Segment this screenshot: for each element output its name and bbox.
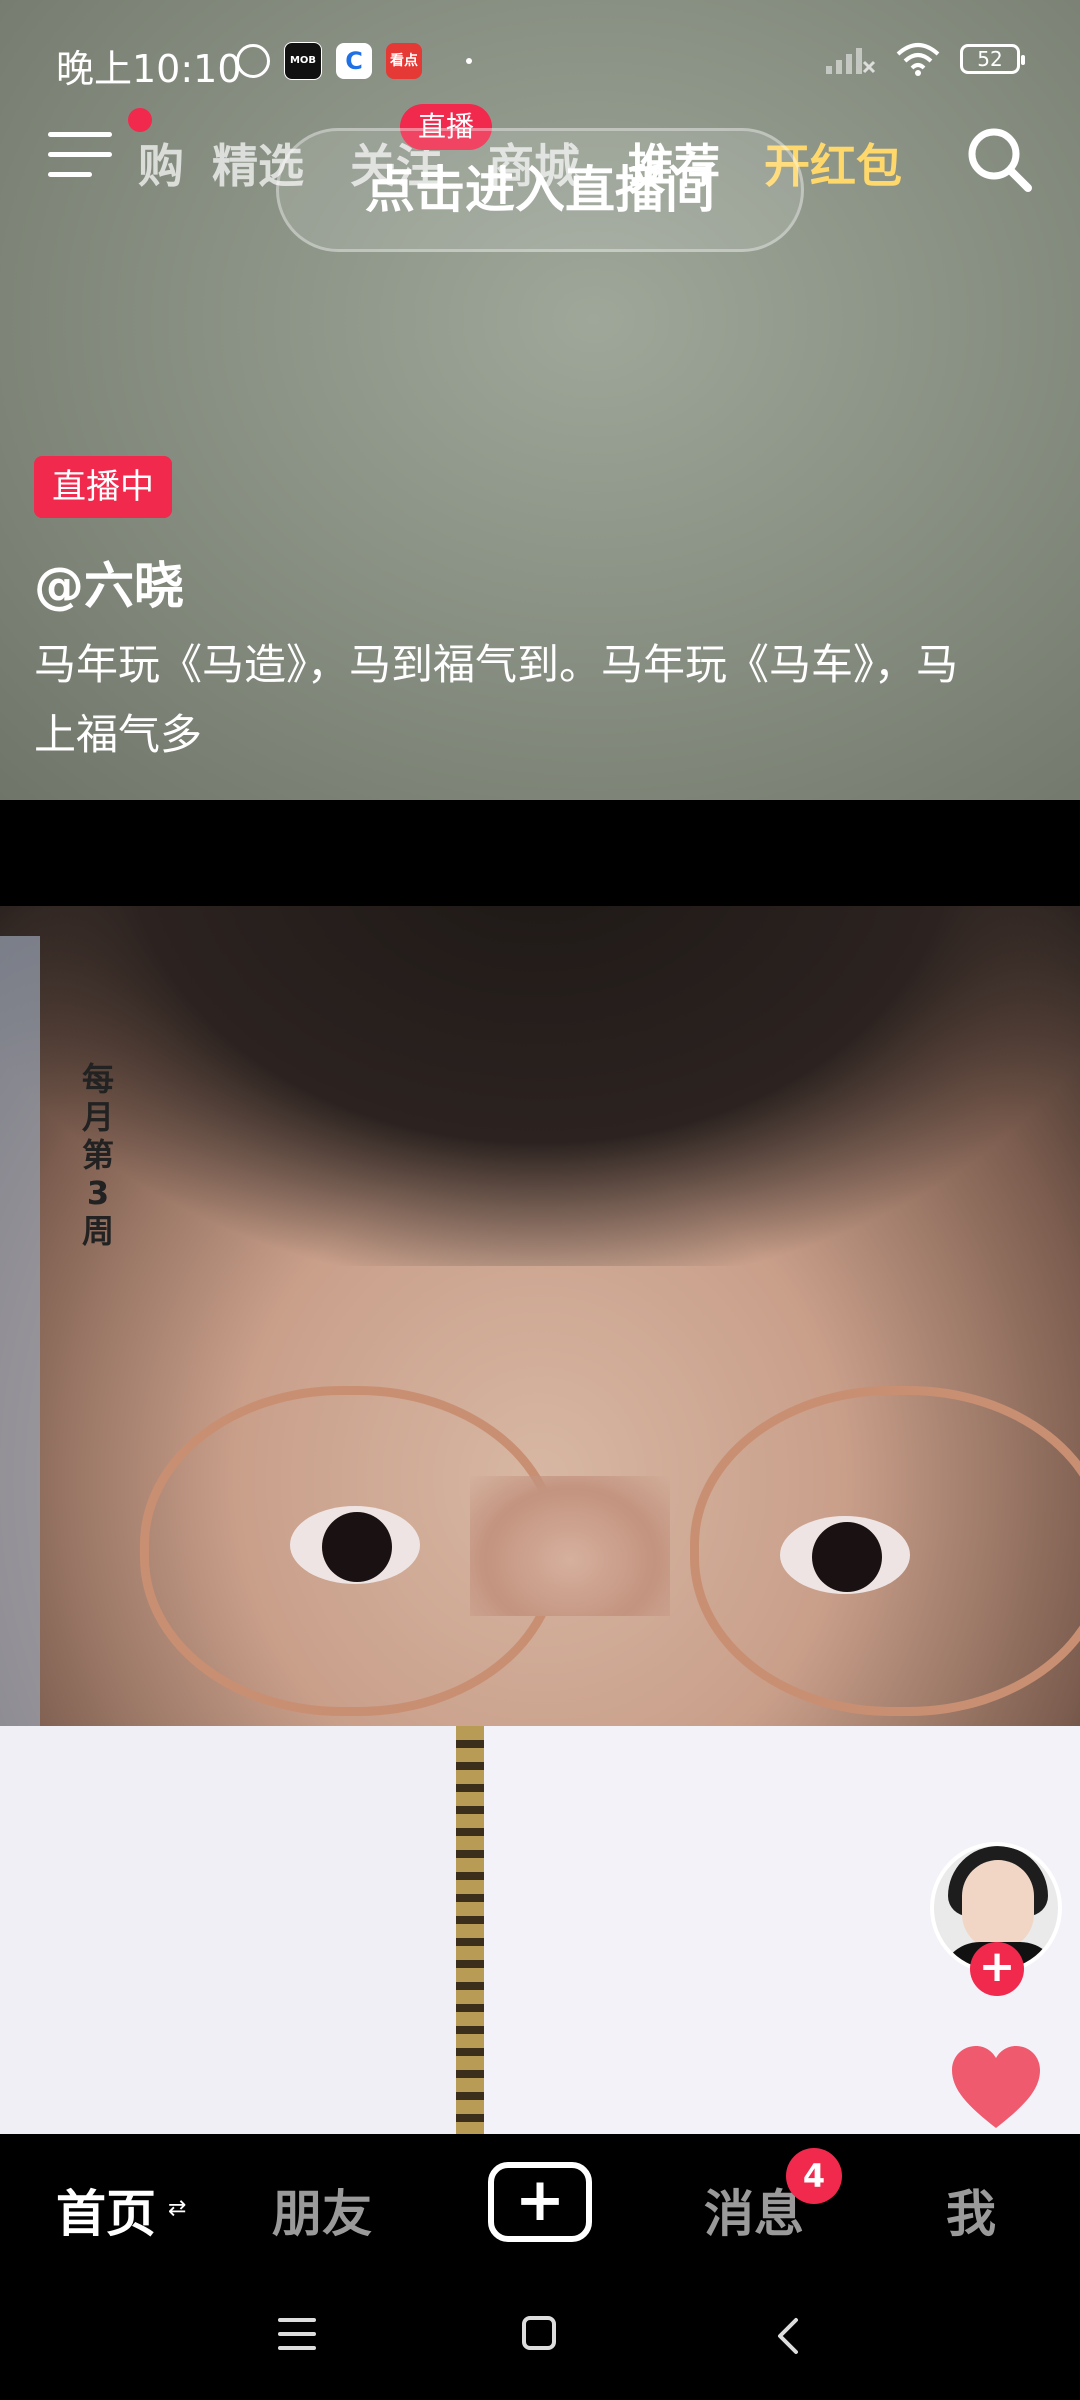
tab-shopping[interactable]: 购 — [138, 130, 184, 196]
like-heart-icon[interactable] — [948, 2040, 1044, 2136]
back-icon[interactable] — [770, 2316, 810, 2356]
home-icon[interactable] — [522, 2316, 556, 2350]
browser-app-icon: C — [336, 43, 372, 79]
more-notifications-dot — [466, 58, 472, 64]
messages-badge: 4 — [786, 2148, 842, 2204]
status-system-icons: 52 — [824, 42, 1025, 76]
wifi-icon — [896, 43, 940, 76]
nose-bridge — [470, 1476, 670, 1616]
enter-live-room-button[interactable]: 点击进入直播间 — [276, 128, 804, 252]
recent-apps-icon[interactable] — [278, 2318, 316, 2352]
kandian-app-icon: 看点 — [386, 43, 422, 79]
notebook-vertical-text: 每月第3周 — [81, 1060, 114, 1250]
signal-icon — [826, 48, 876, 74]
follow-plus-button[interactable]: + — [970, 1942, 1024, 1996]
status-time: 晚上10:10 — [56, 47, 242, 91]
home-switch-icon[interactable]: ⇄ — [168, 2196, 186, 2221]
live-status-tag: 直播中 — [34, 456, 172, 518]
tab-friends[interactable]: 朋友 — [272, 2174, 372, 2246]
status-notification-icons: MOB C 看点 — [236, 42, 472, 80]
alarm-icon — [236, 44, 270, 78]
video-player[interactable] — [0, 906, 1080, 2134]
status-bar: 晚上10:10 MOB C 看点 52 — [0, 0, 1080, 120]
notebook-spiral — [456, 1726, 484, 2134]
battery-indicator: 52 — [960, 44, 1025, 74]
create-post-button[interactable]: + — [488, 2162, 592, 2242]
live-username[interactable]: @六晓 — [34, 546, 184, 618]
glasses-right-lens — [690, 1386, 1080, 1716]
tab-home[interactable]: 首页 — [56, 2174, 156, 2246]
mob-app-icon: MOB — [284, 42, 322, 80]
bottom-tab-bar: 首页 ⇄ 朋友 + 消息 4 我 — [0, 2134, 1080, 2270]
system-navigation-bar — [0, 2270, 1080, 2400]
tab-me[interactable]: 我 — [946, 2174, 996, 2246]
live-description: 马年玩《马造》，马到福气到。马年玩《马车》，马上福气多 — [34, 640, 959, 759]
search-icon[interactable] — [964, 124, 1034, 194]
notebook-left-page — [0, 1726, 460, 2134]
video-hair-region — [0, 906, 1080, 1266]
